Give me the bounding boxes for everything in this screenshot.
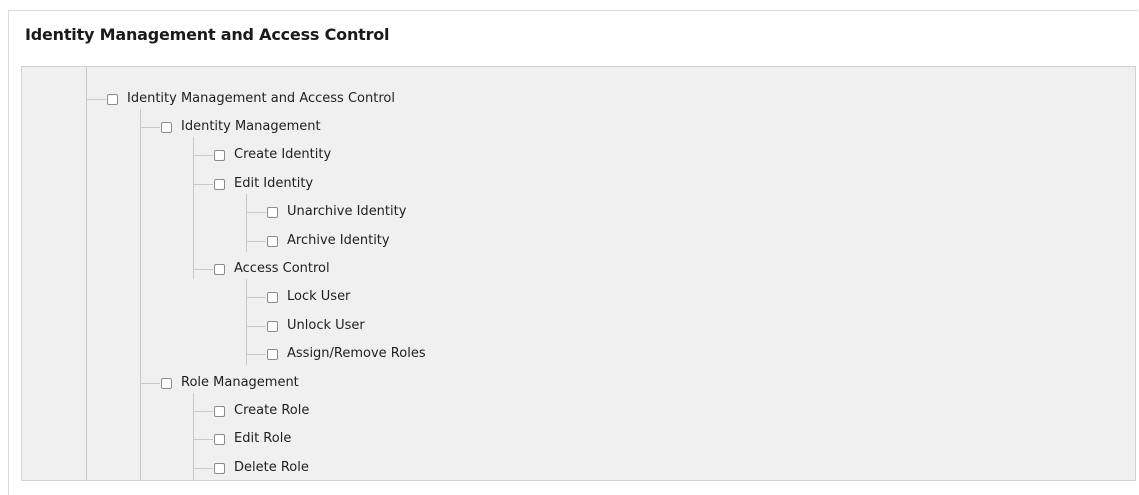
node-label: Identity Management (181, 119, 321, 134)
node-label: Edit Role (234, 431, 292, 446)
node-label: Delete Role (234, 460, 309, 475)
node-label: Unlock User (287, 318, 365, 333)
tree-node-identity-management-and-access-control[interactable]: Identity Management and Access Control (86, 85, 395, 113)
tree-branch-line (193, 268, 213, 270)
node-label: Access Control (234, 261, 330, 276)
tree-node-delete-role[interactable]: Delete Role (193, 454, 309, 480)
tree-node-access-control[interactable]: Access Control (193, 255, 330, 283)
node-label: Role Management (181, 375, 299, 390)
tree-node-lock-user[interactable]: Lock User (246, 283, 350, 311)
node-checkbox[interactable] (107, 93, 118, 105)
tree-node-archive-identity[interactable]: Archive Identity (246, 227, 390, 255)
tree-node-create-role[interactable]: Create Role (193, 397, 309, 425)
node-checkbox[interactable] (161, 121, 172, 133)
tree-node-unarchive-identity[interactable]: Unarchive Identity (246, 198, 406, 226)
node-label: Lock User (287, 289, 351, 304)
node-checkbox[interactable] (161, 377, 172, 389)
node-label: Assign/Remove Roles (287, 346, 426, 361)
node-checkbox[interactable] (214, 178, 225, 190)
tree-branch-line (140, 126, 160, 128)
tree-branch-line (193, 154, 213, 156)
tree-branch-line (193, 438, 213, 440)
tree-node-edit-identity[interactable]: Edit Identity (193, 170, 313, 198)
tree-node-assign-remove-roles[interactable]: Assign/Remove Roles (246, 340, 426, 368)
node-checkbox[interactable] (267, 348, 278, 360)
node-checkbox[interactable] (267, 206, 278, 218)
tree-connector-level-0 (86, 67, 87, 480)
node-checkbox[interactable] (214, 405, 225, 417)
node-label: Edit Identity (234, 176, 314, 191)
tree-node-unlock-user[interactable]: Unlock User (246, 312, 365, 340)
tree-branch-line (140, 382, 160, 384)
node-label: Create Role (234, 403, 310, 418)
node-checkbox[interactable] (267, 320, 278, 332)
tree-branch-line (193, 410, 213, 412)
node-checkbox[interactable] (214, 433, 225, 445)
node-checkbox[interactable] (267, 291, 278, 303)
node-label: Archive Identity (287, 233, 390, 248)
node-checkbox[interactable] (214, 462, 225, 474)
node-checkbox[interactable] (214, 149, 225, 161)
permissions-panel: Identity Management and Access Control I… (8, 10, 1138, 495)
tree-node-create-identity[interactable]: Create Identity (193, 141, 331, 169)
tree-branch-line (246, 240, 266, 242)
tree-branch-line (246, 211, 266, 213)
tree-connector-level-1 (140, 109, 141, 480)
node-label: Create Identity (234, 147, 332, 162)
tree-node-edit-role[interactable]: Edit Role (193, 425, 291, 453)
node-checkbox[interactable] (214, 263, 225, 275)
node-label: Unarchive Identity (287, 204, 407, 219)
tree-node-role-management[interactable]: Role Management (140, 369, 299, 397)
node-checkbox[interactable] (267, 235, 278, 247)
tree-branch-line (246, 353, 266, 355)
tree-branch-line (193, 183, 213, 185)
tree-branch-line (246, 296, 266, 298)
permission-tree: Identity Management and Access Control I… (21, 66, 1136, 481)
tree-node-identity-management[interactable]: Identity Management (140, 113, 321, 141)
tree-branch-line (246, 325, 266, 327)
node-label: Identity Management and Access Control (127, 91, 395, 106)
panel-title: Identity Management and Access Control (25, 25, 390, 44)
tree-branch-line (86, 98, 106, 100)
tree-branch-line (193, 467, 213, 469)
